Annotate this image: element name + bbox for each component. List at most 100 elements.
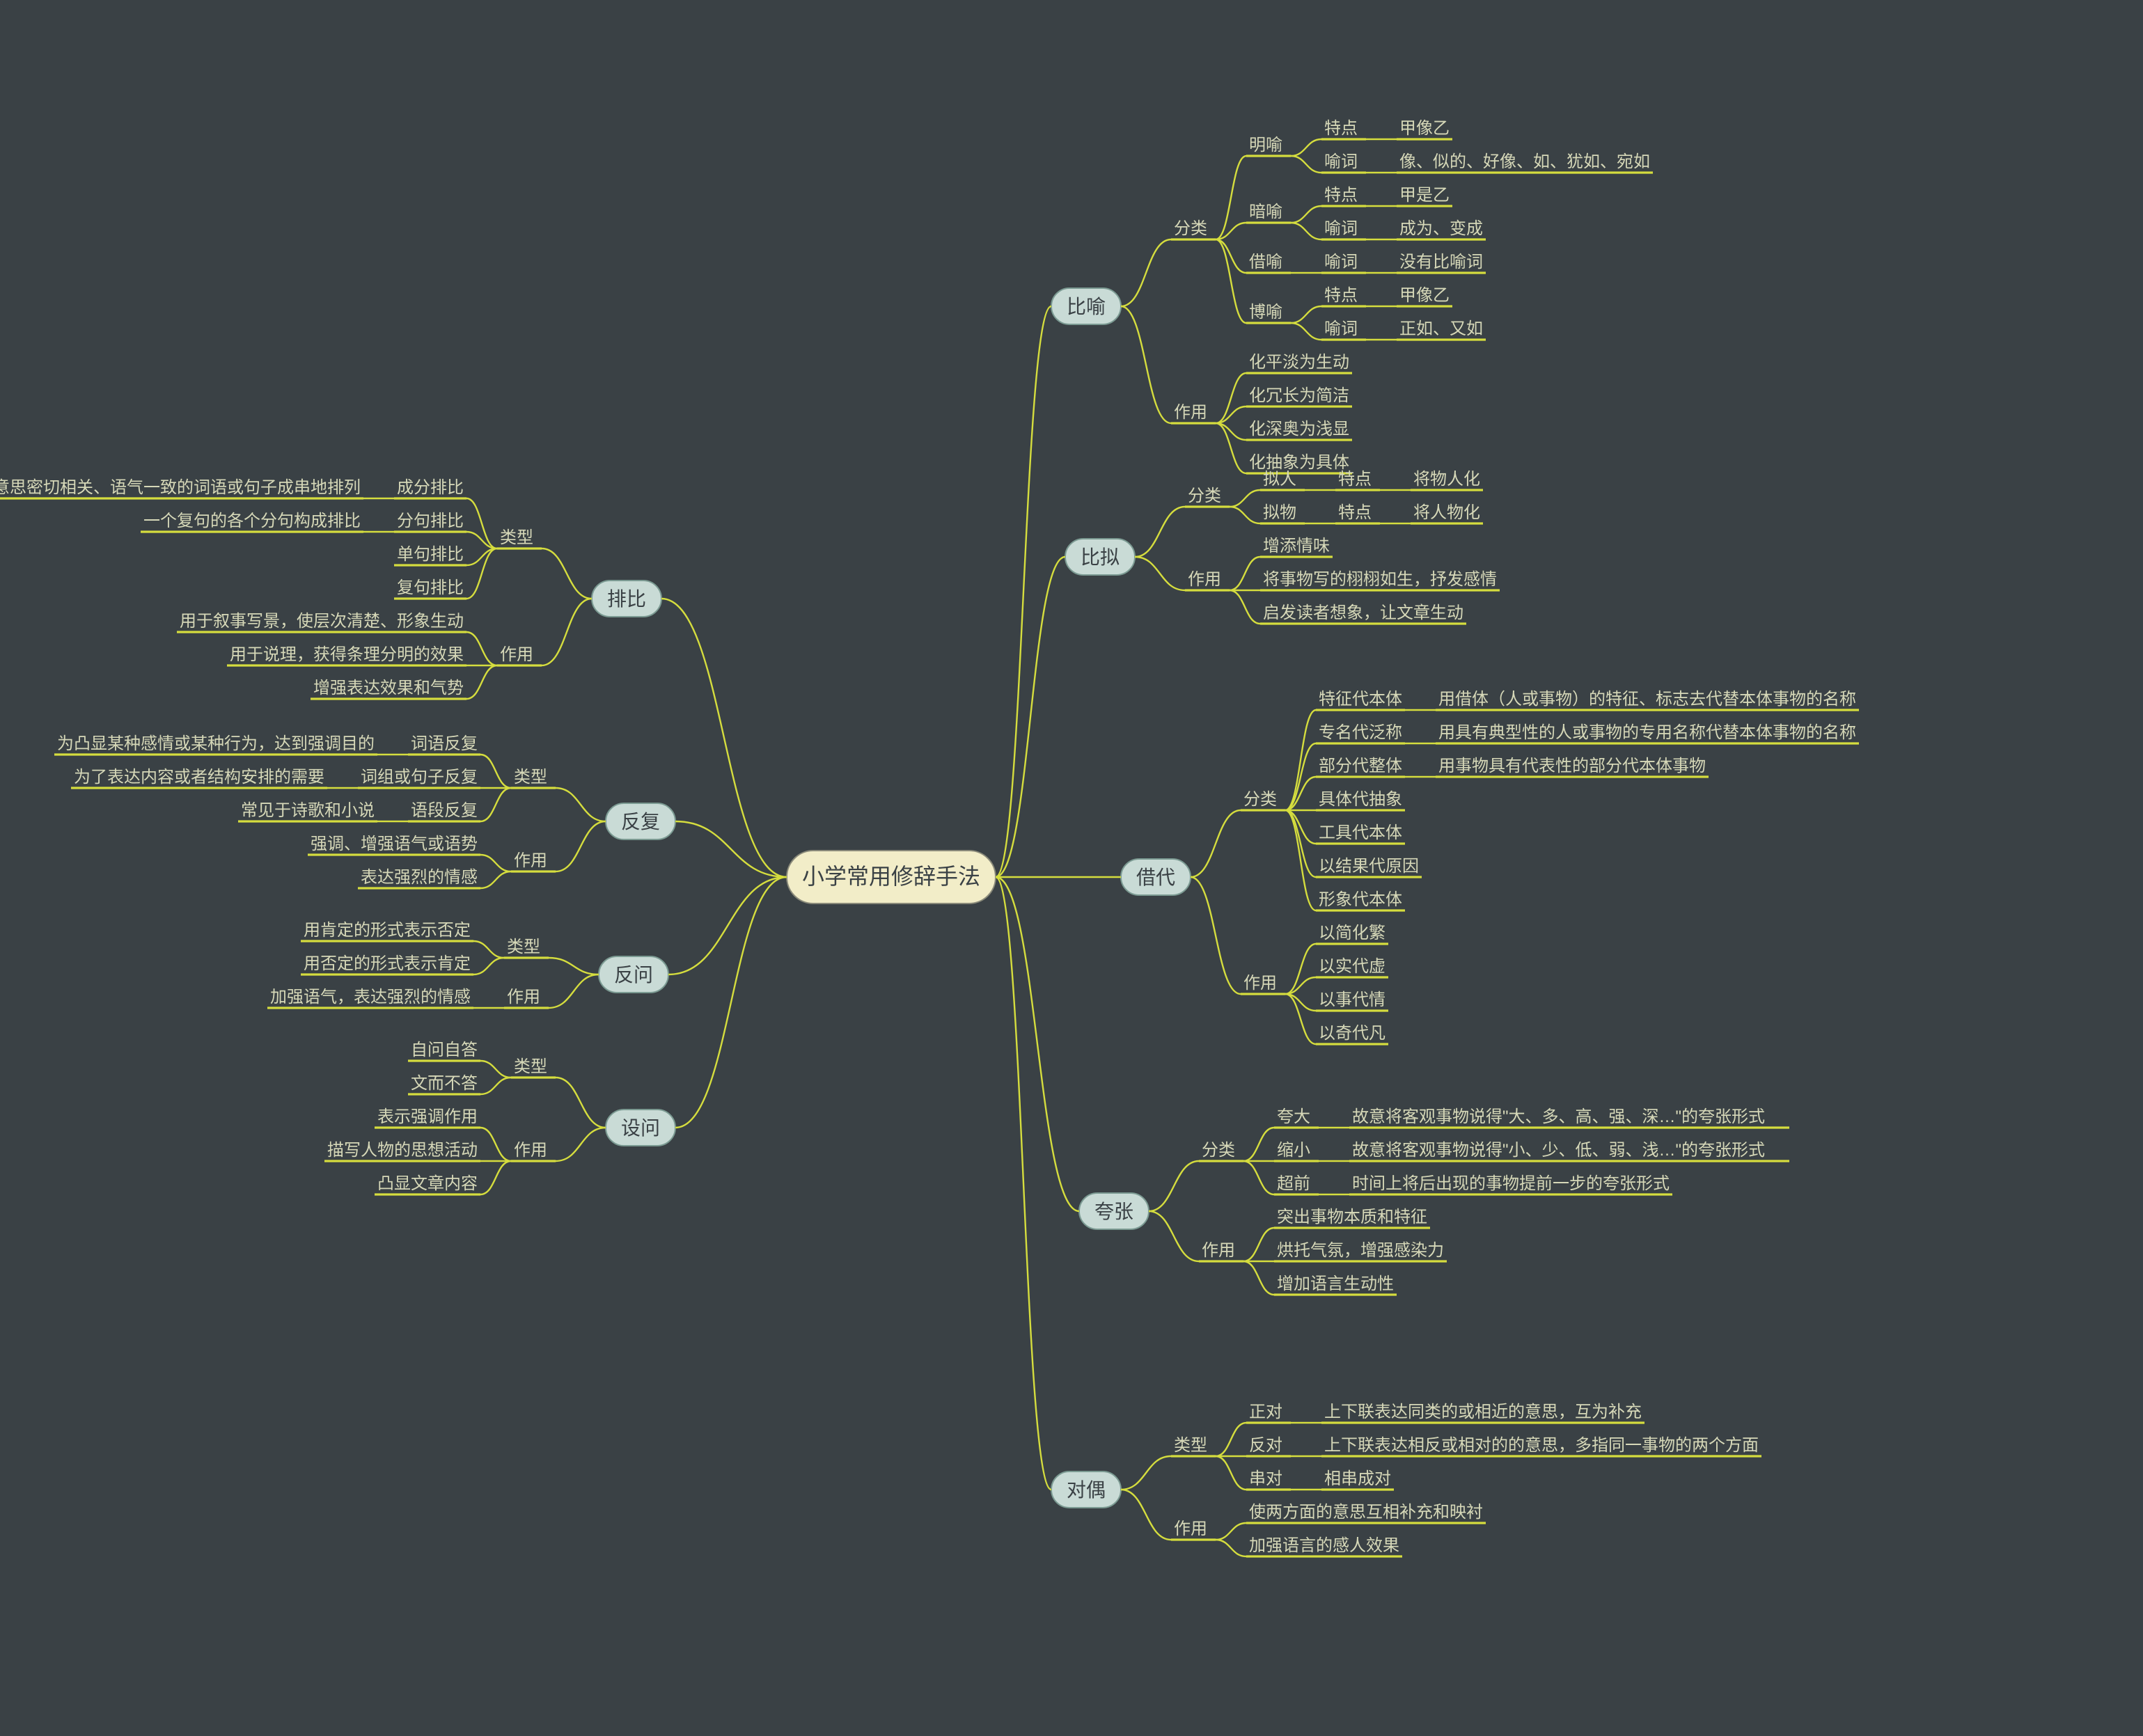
branch-label: 夸张 — [1094, 1201, 1133, 1222]
root-edge — [996, 877, 1051, 1490]
node-label: 作用 — [1202, 1241, 1235, 1260]
node-label: 特点 — [1324, 119, 1358, 138]
node-label: 成分排比 — [397, 478, 464, 497]
edge — [549, 958, 599, 974]
edge — [1121, 1456, 1171, 1490]
branch-label: 借代 — [1136, 867, 1175, 888]
edge — [1135, 507, 1185, 557]
node-label: 类型 — [500, 528, 533, 547]
node-label: 故意将客观事物说得"大、多、高、强、深…"的夸张形式 — [1352, 1107, 1765, 1126]
edge — [549, 974, 599, 1008]
edge — [466, 632, 497, 665]
node-label: 拟物 — [1263, 503, 1296, 522]
edge — [1216, 1523, 1246, 1540]
node-label: 借喻 — [1249, 253, 1282, 271]
edge — [1216, 1540, 1246, 1556]
edge — [480, 788, 511, 821]
edge — [1243, 1228, 1274, 1261]
node-label: 自问自答 — [411, 1041, 478, 1059]
edge — [1121, 306, 1171, 423]
node-label: 以结果代原因 — [1319, 857, 1419, 876]
edge — [556, 1078, 606, 1128]
node-label: 使两方面的意思互相补充和映衬 — [1249, 1503, 1483, 1522]
node-label: 部分代整体 — [1319, 757, 1402, 775]
node-label: 化深奥为浅显 — [1249, 420, 1349, 439]
edge — [1291, 139, 1321, 156]
edge — [1291, 306, 1321, 323]
branch-label: 反问 — [614, 964, 653, 986]
node-label: 工具代本体 — [1319, 823, 1402, 842]
root-edge — [996, 557, 1065, 877]
root-label: 小学常用修辞手法 — [802, 864, 980, 889]
edge — [480, 755, 511, 788]
edge — [473, 958, 504, 974]
edge — [1291, 223, 1321, 239]
node-label: 以奇代凡 — [1319, 1024, 1386, 1043]
edge — [556, 1128, 606, 1161]
edge — [480, 871, 511, 888]
node-label: 语段反复 — [411, 801, 478, 820]
node-label: 用借体（人或事物）的特征、标志去代替本体事物的名称 — [1438, 690, 1856, 709]
edge — [1216, 1423, 1246, 1456]
mindmap-canvas: 小学常用修辞手法比喻分类明喻特点甲像乙喻词像、似的、好像、如、犹如、宛如暗喻特点… — [0, 0, 2143, 1736]
node-label: 为了表达内容或者结构安排的需要 — [74, 768, 324, 787]
root-edge — [661, 599, 787, 877]
edge — [1285, 743, 1316, 810]
node-label: 突出事物本质和特征 — [1277, 1208, 1427, 1226]
node-label: 复句排比 — [397, 578, 464, 597]
node-label: 启发读者想象，让文章生动 — [1263, 603, 1463, 622]
node-label: 表达强烈的情感 — [361, 868, 478, 887]
edge — [1216, 156, 1246, 239]
node-label: 拟人 — [1263, 470, 1296, 489]
node-label: 暗喻 — [1249, 203, 1282, 221]
node-label: 词组或句子反复 — [361, 768, 478, 787]
node-label: 以事代情 — [1319, 991, 1386, 1009]
edge — [542, 599, 592, 665]
node-label: 特点 — [1324, 286, 1358, 305]
node-label: 像、似的、好像、如、犹如、宛如 — [1399, 152, 1650, 171]
node-label: 分类 — [1243, 790, 1277, 809]
edge — [480, 1128, 511, 1161]
node-label: 词语反复 — [411, 734, 478, 753]
branch-label: 排比 — [607, 588, 646, 610]
node-label: 分类 — [1202, 1141, 1235, 1160]
edge — [556, 788, 606, 821]
node-label: 类型 — [514, 768, 547, 787]
node-label: 化抽象为具体 — [1249, 453, 1349, 472]
node-label: 甲像乙 — [1399, 286, 1450, 305]
root-edge — [668, 877, 787, 974]
node-label: 化平淡为生动 — [1249, 353, 1349, 372]
node-label: 描写人物的思想活动 — [327, 1141, 478, 1160]
node-label: 分类 — [1188, 487, 1221, 505]
node-label: 表示强调作用 — [377, 1107, 478, 1126]
edge — [1135, 557, 1185, 590]
node-label: 正对 — [1249, 1403, 1282, 1421]
node-label: 明喻 — [1249, 136, 1282, 155]
edge — [1230, 590, 1260, 624]
node-label: 博喻 — [1249, 303, 1282, 322]
edge — [1191, 877, 1241, 994]
node-label: 作用 — [1243, 974, 1277, 993]
edge — [1291, 323, 1321, 340]
node-label: 用于叙事写景，使层次清楚、形象生动 — [180, 612, 464, 631]
node-label: 夸大 — [1277, 1107, 1310, 1126]
node-label: 文而不答 — [411, 1074, 478, 1093]
node-label: 用具有典型性的人或事物的专用名称代替本体事物的名称 — [1438, 723, 1856, 742]
node-label: 单句排比 — [397, 545, 464, 564]
node-label: 特征代本体 — [1319, 690, 1402, 709]
edge — [1230, 490, 1260, 507]
edge — [480, 1061, 511, 1078]
edge — [1291, 156, 1321, 173]
node-label: 为凸显某种感情或某种行为，达到强调目的 — [57, 734, 375, 753]
branch-label: 比拟 — [1081, 546, 1120, 568]
node-label: 特点 — [1324, 186, 1358, 205]
node-label: 分类 — [1174, 219, 1207, 238]
node-label: 将物人化 — [1413, 470, 1480, 489]
edge — [1291, 206, 1321, 223]
node-label: 甲是乙 — [1399, 186, 1450, 205]
node-label: 强调、增强语气或语势 — [311, 835, 478, 853]
node-label: 形象代本体 — [1319, 890, 1402, 909]
node-label: 喻词 — [1324, 319, 1358, 338]
edge — [1230, 507, 1260, 523]
edge — [466, 665, 497, 699]
